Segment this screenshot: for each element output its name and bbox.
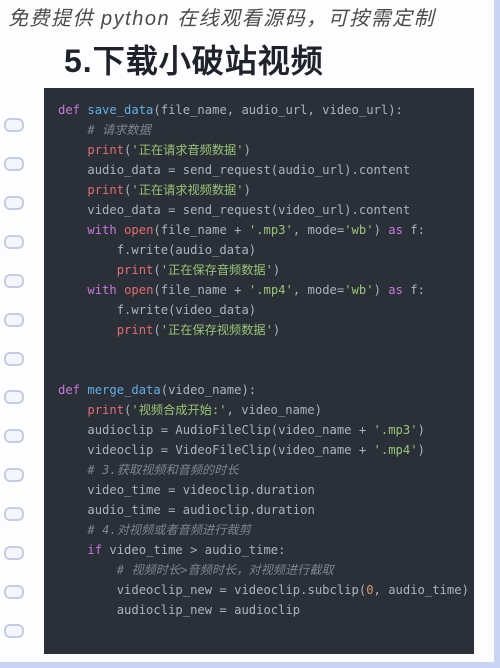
print-3: print [117,263,154,277]
kw-with-1: with [87,223,116,237]
vnew-a: videoclip_new = videoclip.subclip( [117,583,366,597]
vnew-b: , audio_time) [374,583,469,597]
str-wb-1: 'wb' [344,223,373,237]
str-mp4: '.mp4' [249,283,293,297]
open-args-mp3: (file_name + [153,223,248,237]
close-1: ) [374,223,389,237]
str-wb-2: 'wb' [344,283,373,297]
close-4: ) [418,443,425,457]
comment-sub: # 视频时长>音频时长，对视频进行截取 [117,563,334,577]
str-mp3: '.mp3' [249,223,293,237]
str-mp3-2: '.mp3' [374,423,418,437]
kw-def: def [58,103,80,117]
comment-3: # 3.获取视频和音频的时长 [87,463,238,477]
spiral-binding [4,118,30,638]
print-merge: print [87,403,124,417]
mode-arg-1: , mode= [293,223,344,237]
params-save: (file_name, audio_url, video_url): [153,103,402,117]
audio-time-line: audio_time = audioclip.duration [87,503,314,517]
kw-with-2: with [87,283,116,297]
kw-as-2: as [388,283,403,297]
close-2: ) [374,283,389,297]
page-root: 免费提供 python 在线观看源码，可按需定制 5.下载小破站视频 def s… [0,0,500,668]
mode-arg-2: , mode= [293,283,344,297]
comment-req: # 请求数据 [87,123,150,137]
str-save-audio: '正在保存音频数据' [161,263,273,277]
print-tail: , video_name) [227,403,322,417]
kw-as-1: as [388,223,403,237]
str-mp4-2: '.mp4' [374,443,418,457]
print-2: print [87,183,124,197]
if-cond: video_time > audio_time: [102,543,285,557]
video-time-line: video_time = videoclip.duration [87,483,314,497]
print-1: print [87,143,124,157]
fvar-1: f: [403,223,425,237]
str-save-video: '正在保存视频数据' [161,323,273,337]
page-title: 5.下载小破站视频 [64,36,324,82]
write-video: f.write(video_data) [117,303,256,317]
open-args-mp4: (file_name + [153,283,248,297]
write-audio: f.write(audio_data) [117,243,256,257]
params-merge: (video_name): [161,383,256,397]
open-2: open [124,283,153,297]
line-audio-data: audio_data = send_request(audio_url).con… [87,163,410,177]
fvar-2: f: [403,283,425,297]
close-3: ) [418,423,425,437]
str-merge-start: '视频合成开始:' [131,403,226,417]
audioclip-line: audioclip = AudioFileClip(video_name + [87,423,373,437]
kw-def-2: def [58,383,80,397]
page-headline: 免费提供 python 在线观看源码，可按需定制 [8,6,482,33]
num-zero: 0 [366,583,373,597]
open-1: open [124,223,153,237]
str-req-audio: '正在请求音频数据' [131,143,243,157]
print-4: print [117,323,154,337]
videoclip-line: videoclip = VideoFileClip(video_name + [87,443,373,457]
fn-save-data: save_data [87,103,153,117]
kw-if: if [87,543,102,557]
fn-merge-data: merge_data [87,383,160,397]
anew: audioclip_new = audioclip [117,603,300,617]
str-req-video: '正在请求视频数据' [131,183,243,197]
comment-4: # 4.对视频或者音频进行裁剪 [87,523,250,537]
code-block: def save_data(file_name, audio_url, vide… [44,88,474,654]
line-video-data: video_data = send_request(video_url).con… [87,203,410,217]
